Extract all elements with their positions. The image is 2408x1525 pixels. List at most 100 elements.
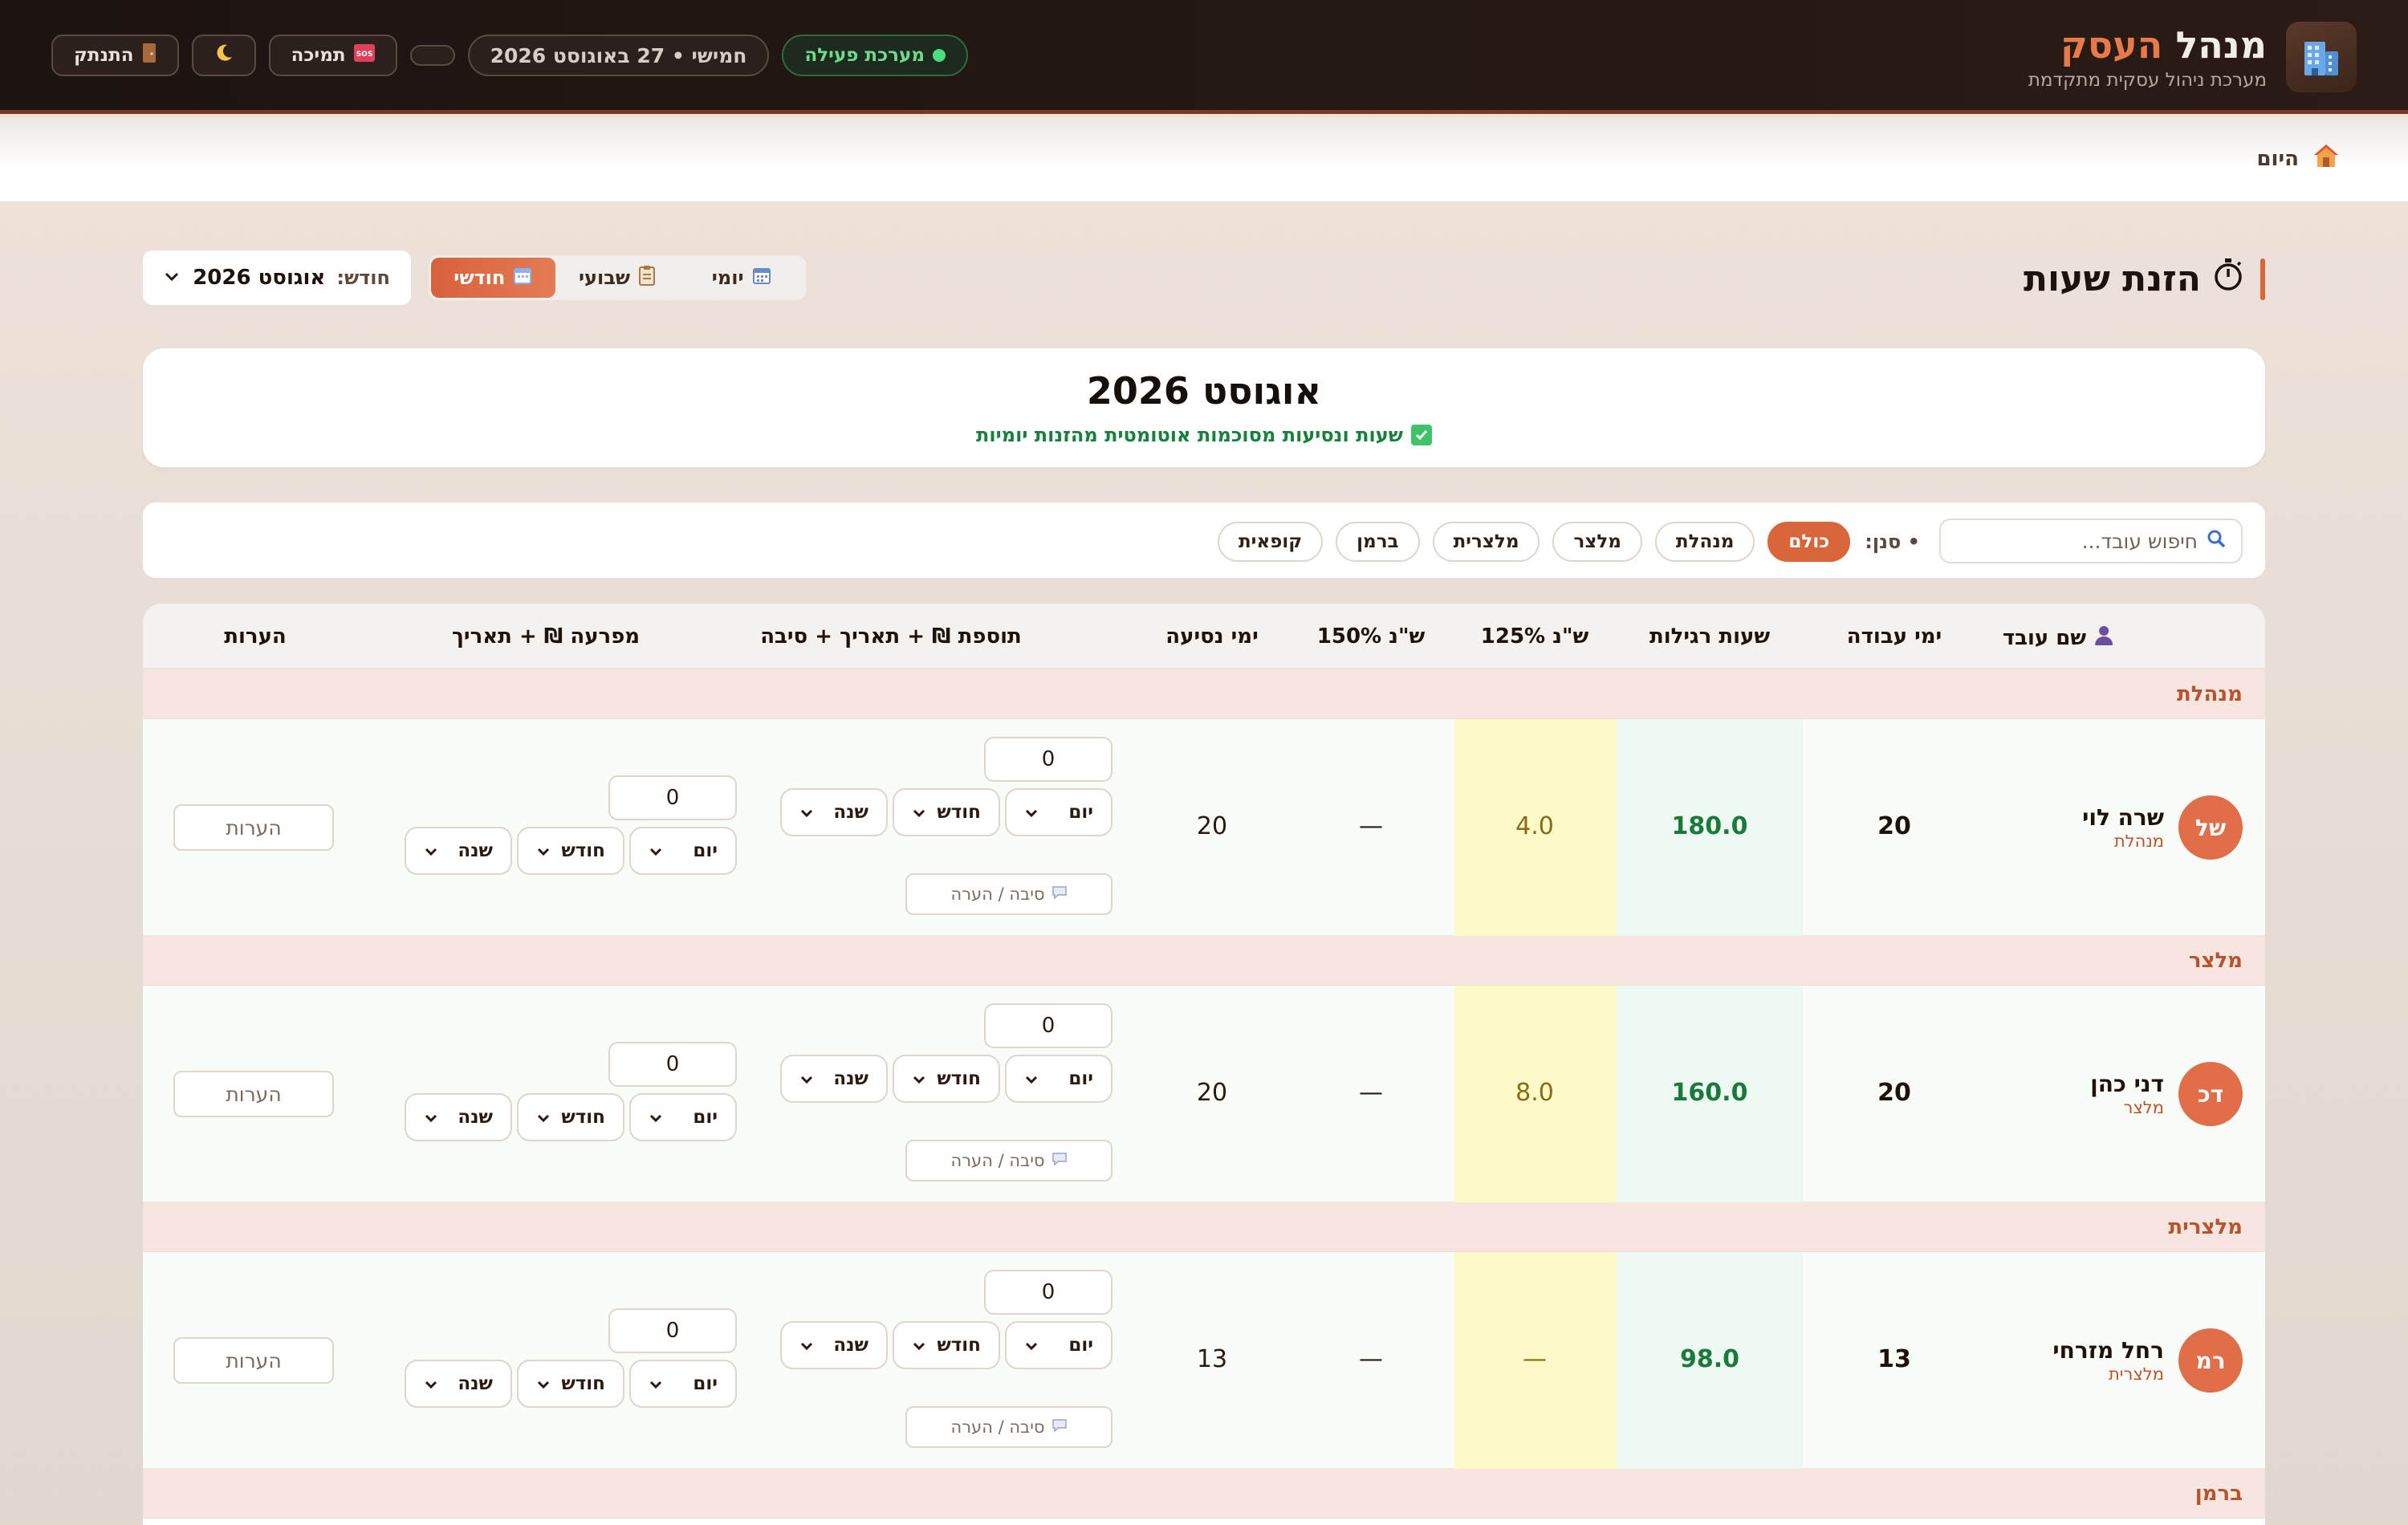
- search-input[interactable]: חיפוש עובד...: [1939, 518, 2243, 563]
- bonus-day-select[interactable]: יום: [1005, 788, 1112, 836]
- bonus-month-select[interactable]: חודש: [893, 1055, 1000, 1103]
- support-button[interactable]: SOS תמיכה: [268, 35, 397, 76]
- filter-chip-manager[interactable]: מנהלת: [1654, 522, 1755, 562]
- speech-bubble-icon: [1051, 885, 1068, 904]
- chevron-down-icon: [536, 1107, 551, 1128]
- hours-table: שם עובד ימי עבודה שעות רגילות ש"נ 125% ש…: [143, 604, 2265, 1525]
- bonus-amount-input[interactable]: 0: [984, 1003, 1112, 1048]
- door-icon: [142, 43, 157, 68]
- chevron-down-icon: [649, 1107, 663, 1128]
- speech-bubble-icon: [1051, 1151, 1068, 1170]
- advance-amount-input[interactable]: 0: [608, 1308, 737, 1353]
- chevron-down-icon: [912, 802, 926, 823]
- chevron-down-icon: [912, 1068, 926, 1089]
- breadcrumb[interactable]: היום: [2256, 142, 2341, 175]
- work-days-value: 20: [1877, 1079, 1911, 1107]
- group-header: מלצר: [143, 936, 2265, 986]
- bonus-reason-input[interactable]: סיבה / הערה: [905, 1406, 1112, 1448]
- group-label: מנהלת: [2177, 682, 2243, 706]
- breadcrumb-bar: היום: [0, 118, 2408, 203]
- bonus-year-select[interactable]: שנה: [780, 1321, 888, 1369]
- chevron-down-icon: [536, 840, 551, 861]
- column-header-ot125: ש"נ 125%: [1480, 624, 1589, 649]
- regular-hours-value: 160.0: [1671, 1079, 1748, 1107]
- employee-name[interactable]: רחל מזרחי: [2052, 1337, 2164, 1364]
- column-header-travel: ימי נסיעה: [1165, 624, 1259, 649]
- chevron-down-icon: [536, 1373, 551, 1394]
- bonus-reason-input[interactable]: סיבה / הערה: [905, 1140, 1112, 1181]
- bonus-day-select[interactable]: יום: [1005, 1055, 1112, 1103]
- header-actions: מערכת פעילה חמישי • 27 באוגוסט 2026 SOS …: [51, 35, 968, 76]
- advance-day-select[interactable]: יום: [629, 827, 737, 875]
- page-title: הזנת שעות: [2024, 257, 2244, 301]
- month-select-label: חודש:: [336, 266, 390, 289]
- chevron-down-icon: [799, 1068, 814, 1089]
- employee-role: מלצרית: [2108, 1364, 2164, 1384]
- advance-year-select[interactable]: שנה: [405, 1360, 512, 1408]
- notes-input[interactable]: הערות: [173, 1337, 334, 1384]
- advance-day-select[interactable]: יום: [629, 1360, 737, 1408]
- logout-button[interactable]: התנתק: [51, 35, 179, 76]
- chevron-down-icon: [1024, 802, 1039, 823]
- column-header-name: שם עובד: [2003, 624, 2113, 651]
- theme-toggle-button[interactable]: [191, 35, 256, 76]
- bonus-month-select[interactable]: חודש: [893, 1321, 1000, 1369]
- table-row: רמ רחל מזרחי מלצרית 13 98.0 — — 13 0 יום…: [143, 1252, 2265, 1469]
- title-accent-bar: [2260, 258, 2265, 300]
- bonus-month-select[interactable]: חודש: [893, 788, 1000, 836]
- toggle-button[interactable]: [409, 45, 455, 66]
- travel-days-value: 20: [1196, 1079, 1228, 1107]
- clipboard-icon: [638, 265, 656, 291]
- column-header-regular: שעות רגילות: [1649, 624, 1771, 649]
- current-date: חמישי • 27 באוגוסט 2026: [467, 35, 770, 76]
- advance-day-select[interactable]: יום: [629, 1093, 737, 1141]
- bonus-year-select[interactable]: שנה: [780, 788, 888, 836]
- month-subtitle: שעות ונסיעות מסוכמות אוטומטית מהזנות יומ…: [143, 424, 2265, 446]
- employee-role: מלצר: [2123, 1098, 2164, 1117]
- notes-input[interactable]: הערות: [173, 1071, 334, 1117]
- bonus-amount-input[interactable]: 0: [984, 737, 1112, 782]
- work-days-value: 13: [1877, 1345, 1911, 1373]
- tab-daily[interactable]: יומי: [679, 258, 803, 298]
- filter-bar: חיפוש עובד... • סנן: כולם מנהלת מלצר מלצ…: [143, 502, 2265, 578]
- column-header-work-days: ימי עבודה: [1846, 624, 1942, 649]
- table-header: שם עובד ימי עבודה שעות רגילות ש"נ 125% ש…: [143, 604, 2265, 669]
- employee-name[interactable]: דני כהן: [2090, 1071, 2164, 1097]
- moon-icon: [214, 43, 234, 68]
- filter-chip-waitress[interactable]: מלצרית: [1432, 522, 1540, 562]
- advance-amount-input[interactable]: 0: [608, 1042, 737, 1087]
- bonus-day-select[interactable]: יום: [1005, 1321, 1112, 1369]
- employee-name[interactable]: שרה לוי: [2082, 804, 2164, 831]
- bonus-amount-input[interactable]: 0: [984, 1270, 1112, 1315]
- avatar: דכ: [2178, 1062, 2243, 1126]
- bonus-reason-input[interactable]: סיבה / הערה: [905, 873, 1112, 915]
- advance-year-select[interactable]: שנה: [405, 1093, 512, 1141]
- filter-chip-waiter[interactable]: מלצר: [1552, 522, 1642, 562]
- advance-month-select[interactable]: חודש: [517, 1093, 624, 1141]
- top-bar: מנהל העסק מערכת ניהול עסקית מתקדמת מערכת…: [0, 0, 2408, 114]
- notes-input[interactable]: הערות: [173, 804, 334, 851]
- advance-amount-input[interactable]: 0: [608, 775, 737, 820]
- ot125-value: —: [1523, 1345, 1547, 1373]
- ot150-value: —: [1359, 1345, 1383, 1373]
- tab-weekly[interactable]: שבועי: [555, 258, 680, 298]
- advance-month-select[interactable]: חודש: [517, 1360, 624, 1408]
- brand-subtitle: מערכת ניהול עסקית מתקדמת: [2028, 70, 2267, 91]
- status-dot-icon: [932, 49, 946, 62]
- column-header-advance: מפרעה ₪ + תאריך: [451, 624, 641, 649]
- chevron-down-icon: [164, 270, 180, 286]
- filter-chip-cashier[interactable]: קופאית: [1217, 522, 1324, 562]
- employee-role: מנהלת: [2113, 832, 2164, 851]
- bonus-year-select[interactable]: שנה: [780, 1055, 888, 1103]
- filter-chip-all[interactable]: כולם: [1767, 522, 1851, 562]
- month-select[interactable]: חודש: אוגוסט 2026: [143, 250, 411, 305]
- calendar-icon: [513, 266, 532, 290]
- advance-year-select[interactable]: שנה: [405, 827, 512, 875]
- filter-chip-bartender[interactable]: ברמן: [1336, 522, 1420, 562]
- breadcrumb-label: היום: [2256, 146, 2299, 171]
- role-filters: • סנן: כולם מנהלת מלצר מלצרית ברמן קופאי…: [1217, 522, 1920, 562]
- advance-month-select[interactable]: חודש: [517, 827, 624, 875]
- chevron-down-icon: [1024, 1335, 1039, 1356]
- search-placeholder: חיפוש עובד...: [2081, 529, 2198, 553]
- tab-monthly[interactable]: חודשי: [430, 258, 555, 298]
